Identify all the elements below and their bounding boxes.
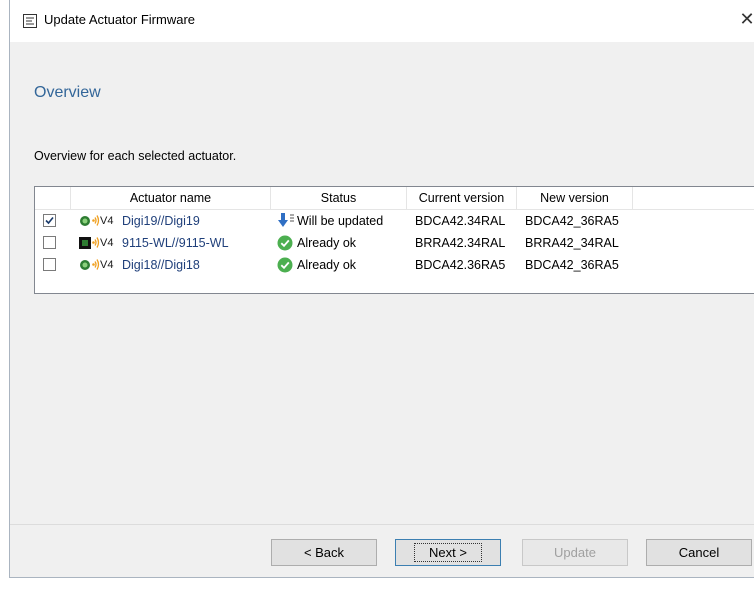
header-actuator-name[interactable]: Actuator name [71,187,271,209]
header-new-version[interactable]: New version [517,187,633,209]
new-version: BDCA42_36RA5 [525,214,619,228]
update-button[interactable]: Update [522,539,628,566]
next-button-label: Next > [414,543,482,562]
protocol-label: V4 [100,215,114,227]
table-row[interactable]: V4 Digi19//Digi19 Will be updated BDCA42… [35,210,754,232]
new-version: BRRA42_34RAL [525,236,619,250]
actuator-table: Actuator name Status Current version New… [34,186,754,294]
status-text: Already ok [297,258,357,272]
dialog-window: Update Actuator Firmware ✕ Overview Over… [9,0,754,578]
current-version: BDCA42.36RA5 [415,258,506,272]
row-checkbox[interactable] [43,214,56,227]
current-version: BRRA42.34RAL [415,236,506,250]
protocol-label: V4 [100,259,114,271]
header-checkbox-column [35,187,71,209]
back-button[interactable]: < Back [271,539,377,566]
green-dot-icon [80,216,90,226]
actuator-name: Digi18//Digi18 [122,258,200,272]
actuator-name: Digi19//Digi19 [122,214,200,228]
row-checkbox[interactable] [43,258,56,271]
table-row[interactable]: V4 9115-WL//9115-WL Already ok BRRA42.34… [35,232,754,254]
title-bar: Update Actuator Firmware ✕ [10,0,754,42]
new-version: BDCA42_36RA5 [525,258,619,272]
content-area: Overview Overview for each selected actu… [10,42,754,525]
status-text: Will be updated [297,214,384,228]
page-heading: Overview [34,84,101,101]
cancel-button[interactable]: Cancel [646,539,752,566]
wireless-signal-icon [92,237,100,248]
wireless-signal-icon [92,215,100,226]
button-bar: < Back Next > Update Cancel [10,524,754,577]
status-text: Already ok [297,236,357,250]
green-dot-icon [80,260,90,270]
next-button[interactable]: Next > [395,539,501,566]
header-current-version[interactable]: Current version [407,187,517,209]
protocol-label: V4 [100,237,114,249]
window-title: Update Actuator Firmware [44,12,196,27]
row-checkbox[interactable] [43,236,56,249]
actuator-name: 9115-WL//9115-WL [122,236,229,250]
current-version: BDCA42.34RAL [415,214,506,228]
checkmark-icon [45,216,54,225]
app-icon [23,14,37,28]
header-status[interactable]: Status [271,187,407,209]
check-circle-icon [277,235,293,251]
page-description: Overview for each selected actuator. [34,149,237,163]
wireless-signal-icon [92,259,100,270]
table-header: Actuator name Status Current version New… [35,187,754,210]
close-icon[interactable]: ✕ [738,8,754,30]
table-row[interactable]: V4 Digi18//Digi18 Already ok BDCA42.36RA… [35,254,754,276]
download-arrow-icon [278,213,294,227]
black-square-icon [79,237,91,249]
check-circle-icon [277,257,293,273]
